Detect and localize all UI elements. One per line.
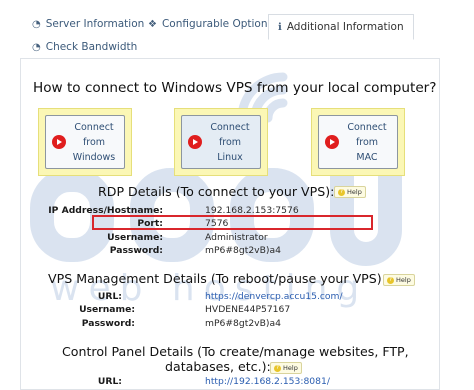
dashboard-icon: ◔ bbox=[32, 18, 41, 30]
button-line2: Windows bbox=[72, 151, 116, 163]
tab-label: Server Information bbox=[45, 18, 145, 30]
tab-check-bandwidth[interactable]: ◔ Check Bandwidth bbox=[32, 41, 137, 53]
tab-additional-information[interactable]: ℹ Additional Information bbox=[268, 14, 414, 40]
connect-mac-button[interactable]: Connect from MAC bbox=[318, 115, 398, 169]
play-icon bbox=[188, 135, 202, 149]
page-heading: How to connect to Windows VPS from your … bbox=[33, 80, 437, 96]
rdp-password-value: mP6#8gt2vB)a4 bbox=[205, 245, 281, 256]
vps-username-label: Username: bbox=[79, 304, 135, 315]
vps-password-label: Password: bbox=[81, 318, 135, 329]
tab-bar: ◔ Server Information ❖ Configurable Opti… bbox=[0, 0, 474, 53]
connect-linux-box: Connect from Linux bbox=[174, 108, 268, 176]
play-icon bbox=[52, 135, 66, 149]
play-icon bbox=[325, 135, 339, 149]
vps-username-value: HVDENE44P57167 bbox=[205, 304, 291, 315]
button-line1: Connect from bbox=[74, 121, 114, 148]
connect-windows-box: Connect from Windows bbox=[38, 108, 132, 176]
button-line2: MAC bbox=[356, 151, 378, 163]
vps-url-link[interactable]: https://denvercp.accu15.com/ bbox=[205, 291, 343, 302]
button-line2: Linux bbox=[217, 151, 243, 163]
vps-password-value: mP6#8gt2vB)a4 bbox=[205, 318, 281, 329]
info-icon: ℹ bbox=[278, 21, 282, 33]
help-icon: ? bbox=[274, 364, 281, 372]
button-line1: Connect from bbox=[210, 121, 250, 148]
tab-server-information[interactable]: ◔ Server Information bbox=[32, 18, 144, 30]
vps-url-label: URL: bbox=[97, 291, 122, 302]
tab-label: Check Bandwidth bbox=[45, 41, 138, 53]
cp-help-button[interactable]: ? Help bbox=[270, 362, 302, 374]
rdp-password-label: Password: bbox=[109, 245, 163, 256]
dashboard-icon: ◔ bbox=[32, 41, 41, 53]
help-icon: ? bbox=[387, 276, 394, 284]
help-icon: ? bbox=[338, 188, 345, 196]
cubes-icon: ❖ bbox=[148, 18, 157, 30]
tab-label: Additional Information bbox=[286, 21, 404, 33]
port-highlight-box bbox=[92, 215, 373, 230]
vps-title: VPS Management Details (To reboot/pause … bbox=[48, 271, 386, 286]
rdp-title: RDP Details (To connect to your VPS): bbox=[98, 184, 335, 199]
rdp-help-button[interactable]: ? Help bbox=[334, 186, 366, 198]
cp-title-line1: Control Panel Details (To create/manage … bbox=[62, 344, 409, 359]
connect-mac-box: Connect from MAC bbox=[311, 108, 405, 176]
vps-help-button[interactable]: ? Help bbox=[383, 274, 415, 286]
connect-windows-button[interactable]: Connect from Windows bbox=[45, 115, 125, 169]
tab-label: Configurable Options bbox=[161, 18, 273, 30]
cp-title-line2: databases, etc.): bbox=[165, 359, 271, 374]
tab-configurable-options[interactable]: ❖ Configurable Options bbox=[148, 18, 273, 30]
rdp-username-value: Administrator bbox=[205, 232, 268, 243]
connect-linux-button[interactable]: Connect from Linux bbox=[181, 115, 261, 169]
button-line1: Connect from bbox=[347, 121, 387, 148]
rdp-username-label: Username: bbox=[107, 232, 163, 243]
